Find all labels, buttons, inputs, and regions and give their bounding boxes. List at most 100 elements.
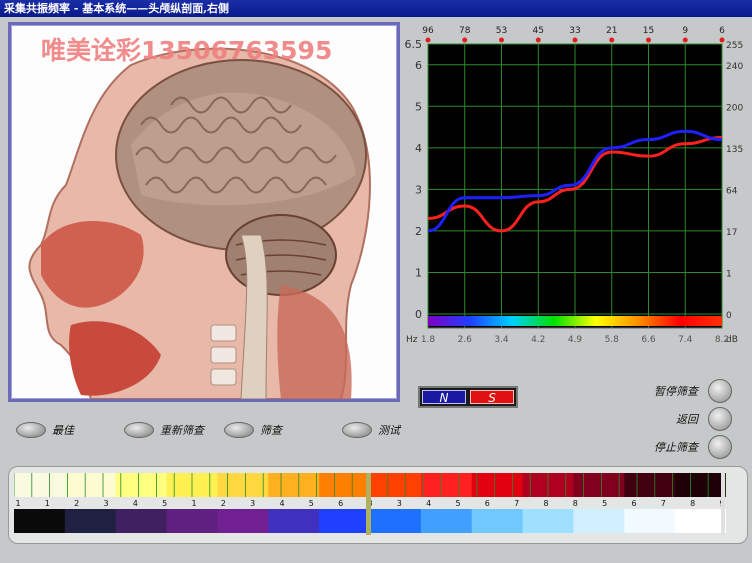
spectrum-bottom-segment	[268, 509, 321, 533]
top-axis-label: 53	[496, 26, 507, 36]
left-axis-label: 4	[415, 142, 422, 155]
top-marker-dot	[499, 37, 504, 43]
spectrum-number: 1	[191, 499, 196, 508]
spectrum-bottom-segment	[64, 509, 117, 533]
frequency-graph-svg: 96 78 53 45 33 21 15 9 66.56543210Hz255240200135…	[405, 26, 744, 345]
top-marker-dot	[646, 37, 651, 43]
rescreen-button-label: 重新筛查	[160, 424, 204, 437]
bottom-axis-label: 7.4	[678, 335, 693, 345]
screen-button-knob[interactable]	[224, 422, 254, 438]
spectrum-top-segment	[115, 473, 168, 497]
bottom-axis-label: 3.4	[494, 335, 509, 345]
pause-screen-knob[interactable]	[708, 379, 732, 403]
pause-screen-label: 暂停筛查	[654, 385, 698, 398]
spectrum-top-segment	[370, 473, 422, 497]
spectrum-bottom-segment	[675, 509, 726, 533]
right-axis-label: 255	[726, 41, 743, 51]
spectrum-number: 6	[338, 499, 343, 508]
spectrum-number: 5	[162, 499, 167, 508]
top-axis-label: 9	[682, 26, 688, 36]
spectrum-bottom-segment	[573, 509, 626, 533]
watermark-text: 唯美诠彩13506763595	[41, 36, 333, 65]
best-button-knob[interactable]	[16, 422, 46, 438]
top-marker-dot	[682, 37, 688, 43]
bottom-axis-label: 2.6	[458, 335, 473, 345]
top-marker-dot	[609, 37, 615, 43]
right-axis-label: 1	[726, 269, 732, 279]
bottom-axis-label: 4.2	[531, 335, 545, 345]
spectrum-number: 7	[514, 499, 519, 508]
top-axis-label: 45	[533, 26, 544, 36]
spectrum-top-segment	[14, 473, 66, 497]
right-axis-label: 17	[726, 228, 737, 238]
left-axis-label: 2	[415, 225, 422, 238]
spectrum-top-segment	[319, 473, 371, 497]
spectrum-number: 7	[661, 499, 666, 508]
left-axis-unit: Hz	[406, 335, 418, 345]
n-toggle-button[interactable]: N	[422, 390, 466, 405]
head-sagittal-section-image	[28, 47, 371, 399]
spectrum-number: 8	[690, 499, 695, 508]
top-axis-label: 21	[606, 26, 617, 36]
rescreen-button-knob[interactable]	[124, 422, 154, 438]
stop-screen-knob[interactable]	[708, 435, 732, 459]
spectrum-end-marker[interactable]	[721, 473, 725, 535]
screen-button[interactable]: 筛查	[224, 422, 282, 438]
ns-toggle[interactable]: N S	[418, 386, 518, 408]
frequency-graph: 96 78 53 45 33 21 15 9 6 6.5 6 5 4 3 2 1 0 Hz 255 240 200 135…	[404, 22, 749, 372]
top-marker-dot	[572, 37, 578, 43]
stop-screen-button[interactable]: 停止筛查	[592, 435, 732, 459]
left-axis-label: 3	[415, 183, 422, 196]
rescreen-button[interactable]: 重新筛查	[124, 422, 204, 438]
spectrum-number: 5	[602, 499, 607, 508]
frequency-spectrum-bar[interactable]: 1123451234563345678856789	[14, 473, 726, 535]
right-axis-label: 200	[726, 103, 743, 113]
window-title: 采集共振频率 - 基本系统——头颅纵剖面,右侧	[0, 0, 752, 17]
spectrum-number: 8	[543, 499, 548, 508]
test-button-label: 测试	[378, 424, 400, 437]
back-label: 返回	[676, 413, 698, 426]
spectrum-number: 3	[250, 499, 255, 508]
spectrum-top-segment	[624, 473, 677, 497]
spectrum-bottom-segment	[624, 509, 677, 533]
spectrum-top-segment	[471, 473, 524, 497]
spectrum-number: 1	[45, 499, 50, 508]
bottom-axis-label: 4.9	[568, 335, 583, 345]
pause-screen-button[interactable]: 暂停筛查	[592, 379, 732, 403]
left-axis-label: 0	[415, 308, 422, 321]
s-toggle-button[interactable]: S	[470, 390, 514, 405]
spectrum-number: 8	[573, 499, 578, 508]
spectrum-number: 4	[279, 499, 284, 508]
spectrum-bottom-segment	[115, 509, 168, 533]
screen-button-label: 筛查	[260, 424, 282, 437]
spectrum-bottom-segment	[420, 509, 473, 533]
right-axis-label: 0	[726, 311, 732, 321]
best-button[interactable]: 最佳	[16, 422, 74, 438]
spectrum-top-segment	[420, 473, 473, 497]
spectrum-top-segment	[675, 473, 726, 497]
spectrum-number: 6	[485, 499, 490, 508]
top-marker-dot	[425, 37, 431, 43]
spectrum-marker[interactable]	[366, 473, 371, 535]
top-axis-label: 15	[643, 26, 654, 36]
right-axis-label: 240	[726, 62, 743, 72]
spectrum-bottom-segment	[166, 509, 219, 533]
best-button-label: 最佳	[52, 424, 74, 437]
back-knob[interactable]	[708, 407, 732, 431]
left-axis-label: 1	[415, 266, 422, 279]
spectrum-number: 4	[133, 499, 138, 508]
test-button[interactable]: 测试	[342, 422, 400, 438]
bottom-axis-label: 8.2	[715, 335, 729, 345]
back-button[interactable]: 返回	[592, 407, 732, 431]
spectrum-bottom-segment	[319, 509, 371, 533]
spectrum-top-segment	[268, 473, 321, 497]
spectrum-bottom-segment	[370, 509, 422, 533]
test-button-knob[interactable]	[342, 422, 372, 438]
top-marker-dot	[462, 37, 468, 43]
color-scale-strip	[428, 316, 722, 326]
spectrum-number: 3	[397, 499, 402, 508]
spectrum-number: 4	[426, 499, 431, 508]
spectrum-bottom-segment	[217, 509, 270, 533]
spectrum-number: 2	[74, 499, 79, 508]
spectrum-bottom-segment	[471, 509, 524, 533]
